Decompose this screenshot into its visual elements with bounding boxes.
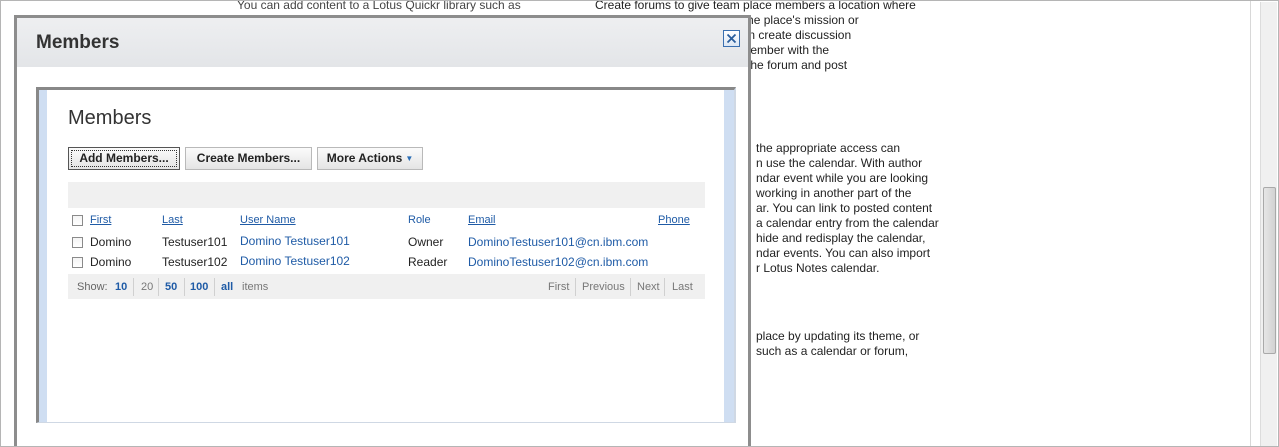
column-header-user-name[interactable]: User Name <box>240 214 296 226</box>
vertical-scrollbar[interactable] <box>1260 2 1277 446</box>
pagination-bar: Show: 10 20 50 100 all items First Previ… <box>68 274 705 299</box>
dialog-header: Members <box>17 18 748 67</box>
close-icon <box>726 33 737 44</box>
cell-last: Testuser101 <box>162 235 228 249</box>
pager-previous: Previous <box>582 281 625 293</box>
close-button[interactable] <box>723 30 740 47</box>
background-text-line: You can add content to a Lotus Quickr li… <box>237 0 521 12</box>
cell-role: Reader <box>408 255 448 269</box>
pager-divider <box>664 278 665 296</box>
cell-email-link[interactable]: DominoTestuser101@cn.ibm.com <box>468 235 648 249</box>
background-text-line: a calendar entry from the calendar <box>756 216 939 230</box>
more-actions-button[interactable]: More Actions ▼ <box>317 147 423 170</box>
background-text-line: hide and redisplay the calendar, <box>756 231 926 245</box>
page-size-10[interactable]: 10 <box>115 281 127 293</box>
background-text-line: working in another part of the <box>756 186 912 200</box>
dropdown-caret-icon: ▼ <box>405 154 414 163</box>
pager-divider <box>158 278 159 296</box>
page-size-100[interactable]: 100 <box>190 281 208 293</box>
pager-last: Last <box>672 281 693 293</box>
select-all-checkbox[interactable] <box>72 215 83 226</box>
browser-page: You can add content to a Lotus Quickr li… <box>0 0 1279 447</box>
background-text-line: place by updating its theme, or <box>756 329 920 343</box>
pager-divider <box>214 278 215 296</box>
column-header-first[interactable]: First <box>90 214 111 226</box>
cell-user-name-link[interactable]: Domino Testuser101 <box>240 234 350 248</box>
column-header-role: Role <box>408 214 431 226</box>
page-size-20: 20 <box>141 281 154 293</box>
pager-divider <box>630 278 631 296</box>
pager-items-label: items <box>242 281 269 293</box>
members-frame: Members Add Members... Create Members...… <box>36 87 736 423</box>
dialog-title: Members <box>36 32 120 53</box>
cell-email-link[interactable]: DominoTestuser102@cn.ibm.com <box>468 255 648 269</box>
pager-show-label: Show: <box>77 281 108 293</box>
pager-divider <box>133 278 134 296</box>
background-text-line: r Lotus Notes calendar. <box>756 261 880 275</box>
create-members-button[interactable]: Create Members... <box>185 147 312 170</box>
scrollbar-thumb[interactable] <box>1263 187 1276 354</box>
cell-last: Testuser102 <box>162 255 228 269</box>
background-text-line: the appropriate access can <box>756 141 901 155</box>
background-text-line: such as a calendar or forum, <box>756 344 909 358</box>
background-text-column-4: place by updating its theme, or such as … <box>756 329 919 359</box>
members-dialog: Members Members Add Members... Create Me… <box>14 15 751 446</box>
page-size-all[interactable]: all <box>221 281 233 293</box>
members-panel: Members Add Members... Create Members...… <box>47 90 724 422</box>
page-size-50[interactable]: 50 <box>165 281 177 293</box>
column-header-phone[interactable]: Phone <box>658 214 690 226</box>
pager-first: First <box>548 281 570 293</box>
background-text-column-3: the appropriate access can n use the cal… <box>756 141 939 276</box>
row-checkbox[interactable] <box>72 257 83 268</box>
cell-first: Domino <box>90 235 132 249</box>
background-text-line: Create forums to give team place members… <box>595 0 916 12</box>
background-text-line: ndar events. You can also import <box>756 246 931 260</box>
column-header-last[interactable]: Last <box>162 214 183 226</box>
background-text-line: ndar event while you are looking <box>756 171 929 185</box>
background-text-line: n use the calendar. With author <box>756 156 923 170</box>
content-divider <box>1250 1 1251 446</box>
pager-next: Next <box>637 281 660 293</box>
add-members-button[interactable]: Add Members... <box>68 147 180 170</box>
background-text-column-1: You can add content to a Lotus Quickr li… <box>237 0 521 13</box>
members-heading: Members <box>68 107 152 129</box>
background-text-line: ar. You can link to posted content <box>756 201 933 215</box>
cell-first: Domino <box>90 255 132 269</box>
pager-divider <box>575 278 576 296</box>
pager-divider <box>184 278 185 296</box>
cell-user-name-link[interactable]: Domino Testuser102 <box>240 254 350 268</box>
row-checkbox[interactable] <box>72 237 83 248</box>
table-toolbar <box>68 182 705 208</box>
column-header-email[interactable]: Email <box>468 214 496 226</box>
more-actions-label: More Actions <box>326 151 403 165</box>
cell-role: Owner <box>408 235 444 249</box>
